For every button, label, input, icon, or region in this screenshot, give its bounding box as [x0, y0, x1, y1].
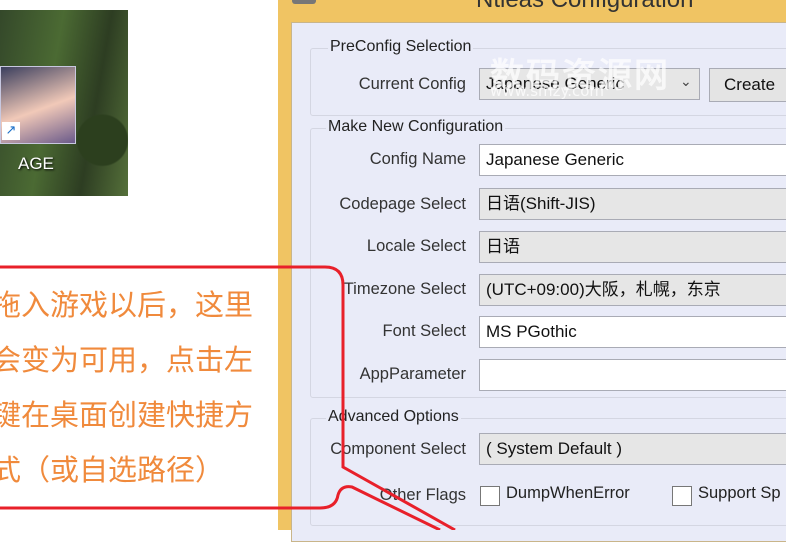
- annotation-callout: [0, 265, 456, 530]
